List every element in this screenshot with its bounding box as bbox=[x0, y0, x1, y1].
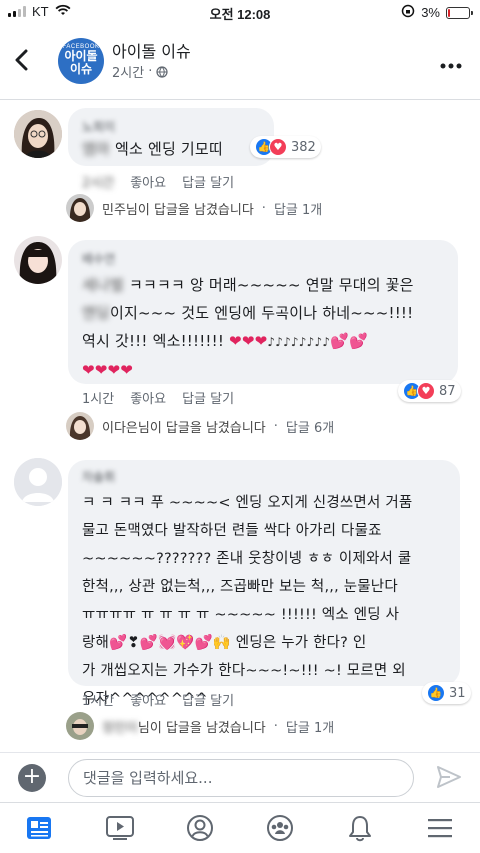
comment-text-line: 가 개씹오지는 가수가 한다~~~!~!!! ~! 모르면 외 bbox=[82, 663, 406, 679]
comment-input[interactable]: 댓글을 입력하세요... bbox=[68, 759, 414, 797]
globe-icon bbox=[156, 65, 168, 78]
comment-bubble[interactable]: 차솔휘 ㅋ ㅋ ㅋㅋ 푸 ~~~~< 엔딩 오지게 신경쓰면서 거품물고 돈맥였… bbox=[68, 460, 460, 707]
page-title[interactable]: 아이돌 이슈 bbox=[112, 38, 191, 62]
comment-author[interactable]: 노희미 bbox=[82, 118, 260, 135]
comment-text-line: ㅠㅠㅠㅠ ㅠ ㅠ ㅠ ㅠ ~~~~~ !!!!!! 엑소 엔딩 사 bbox=[82, 607, 400, 623]
menu-icon bbox=[428, 819, 452, 838]
post-meta: 2시간 · bbox=[112, 62, 168, 81]
avatar[interactable] bbox=[14, 110, 62, 158]
groups-icon bbox=[267, 815, 293, 841]
reply-author-text: 님이 답글을 남겼습니다 bbox=[137, 720, 266, 736]
comment-actions: 1시간 좋아요 답글 달기 bbox=[82, 388, 234, 407]
tab-watch[interactable] bbox=[100, 808, 140, 848]
comment-composer: + 댓글을 입력하세요... bbox=[0, 752, 480, 802]
comment-author[interactable]: 배수연 bbox=[82, 250, 444, 267]
reaction-count: 87 bbox=[439, 383, 456, 399]
comment-author[interactable]: 차솔휘 bbox=[82, 468, 446, 485]
page-avatar[interactable]: FACEBOOK 아이돌 이슈 bbox=[58, 38, 104, 84]
tab-profile[interactable] bbox=[180, 808, 220, 848]
back-button[interactable] bbox=[14, 48, 28, 78]
comment-bubble[interactable]: 배수연 세나벌 ㅋㅋㅋㅋ 앙 머래~~~~~ 연말 무대의 꽃은 엔딩이지~~~… bbox=[68, 240, 458, 384]
reply-count: 답글 1개 bbox=[273, 202, 323, 218]
more-options-button[interactable] bbox=[440, 50, 462, 75]
replies-link[interactable]: 민주님이 답글을 남겼습니다 · 답글 1개 bbox=[66, 194, 322, 222]
reply-avatar bbox=[66, 194, 94, 222]
replies-link[interactable]: 정민이님이 답글을 남겼습니다 · 답글 1개 bbox=[66, 712, 334, 740]
tab-bar bbox=[0, 802, 480, 853]
comment: 배수연 세나벌 ㅋㅋㅋㅋ 앙 머래~~~~~ 연말 무대의 꽃은 엔딩이지~~~… bbox=[0, 232, 480, 442]
like-button[interactable]: 좋아요 bbox=[130, 172, 166, 191]
comment-time: 1시간 bbox=[82, 694, 115, 709]
comment-actions: 1시간 좋아요 답글 달기 bbox=[82, 690, 234, 709]
comment-bubble[interactable]: 노희미 엠마 엑소 엔딩 기모띠 bbox=[68, 108, 274, 166]
reply-avatar bbox=[66, 412, 94, 440]
tab-notifications[interactable] bbox=[340, 808, 380, 848]
tab-groups[interactable] bbox=[260, 808, 300, 848]
news-feed-icon bbox=[27, 817, 51, 839]
comment-text-line: 한척,,, 상관 없는척,,, 즈곱빠만 보는 척,,, 눈물난다 bbox=[82, 579, 398, 595]
reply-author-text: 민주님이 답글을 남겼습니다 bbox=[102, 202, 254, 218]
comment: 노희미 엠마 엑소 엔딩 기모띠 👍 ♥ 382 2시간 좋아요 답글 달기 민… bbox=[0, 106, 480, 226]
plus-icon: + bbox=[22, 764, 42, 789]
comment-actions: 2시간 좋아요 답글 달기 bbox=[82, 172, 234, 191]
avatar[interactable] bbox=[14, 458, 62, 506]
rotation-lock-icon bbox=[401, 4, 415, 21]
comment: 차솔휘 ㅋ ㅋ ㅋㅋ 푸 ~~~~< 엔딩 오지게 신경쓰면서 거품물고 돈맥였… bbox=[0, 454, 480, 744]
like-button[interactable]: 좋아요 bbox=[130, 388, 166, 407]
reaction-summary[interactable]: 👍 ♥ 87 bbox=[398, 380, 461, 402]
comment-text-redacted: 세나벌 bbox=[82, 276, 125, 294]
add-attachment-button[interactable]: + bbox=[18, 764, 46, 792]
more-dots-icon bbox=[440, 63, 462, 69]
status-bar: KT 오전 12:08 3% bbox=[0, 0, 480, 24]
comment-time: 2시간 bbox=[82, 176, 115, 191]
comment-text: ㅋ ㅋ ㅋㅋ 푸 ~~~~< 엔딩 오지게 신경쓰면서 거품물고 돈맥였다 발작… bbox=[82, 489, 446, 713]
reaction-summary[interactable]: 👍 31 bbox=[422, 682, 471, 704]
reply-avatar bbox=[66, 712, 94, 740]
profile-icon bbox=[187, 815, 213, 841]
comment-text-line: 물고 돈맥였다 발작하던 련들 싹다 아가리 다물죠 bbox=[82, 523, 382, 539]
reaction-count: 382 bbox=[291, 139, 316, 155]
comment-time: 1시간 bbox=[82, 392, 115, 407]
love-reaction-icon: ♥ bbox=[269, 138, 287, 156]
like-reaction-icon: 👍 bbox=[427, 684, 445, 702]
watch-icon bbox=[106, 816, 134, 840]
comment-text: ㅋㅋㅋㅋ 앙 머래~~~~~ 연말 무대의 꽃은 bbox=[124, 276, 414, 294]
reaction-summary[interactable]: 👍 ♥ 382 bbox=[250, 136, 321, 158]
love-reaction-icon: ♥ bbox=[417, 382, 435, 400]
send-icon bbox=[437, 766, 461, 788]
tab-menu[interactable] bbox=[420, 808, 460, 848]
post-header: FACEBOOK 아이돌 이슈 아이돌 이슈 2시간 · bbox=[0, 24, 480, 100]
comment-text-line: ㅋ ㅋ ㅋㅋ 푸 ~~~~< 엔딩 오지게 신경쓰면서 거품 bbox=[82, 495, 413, 511]
send-button[interactable] bbox=[436, 765, 462, 793]
reply-count: 답글 6개 bbox=[285, 420, 335, 436]
avatar[interactable] bbox=[14, 236, 62, 284]
replies-link[interactable]: 이다은님이 답글을 남겼습니다 · 답글 6개 bbox=[66, 412, 334, 440]
reply-button[interactable]: 답글 달기 bbox=[182, 172, 234, 191]
comment-text-line: 랑해💕❣💕💓💖💕🙌 엔딩은 누가 한다? 인 bbox=[82, 635, 367, 651]
reply-button[interactable]: 답글 달기 bbox=[182, 690, 234, 709]
post-time: 2시간 bbox=[112, 66, 145, 81]
chevron-left-icon bbox=[15, 49, 28, 71]
notifications-icon bbox=[349, 816, 371, 842]
comment-text-redacted: 엠마 bbox=[82, 140, 111, 158]
battery-icon bbox=[446, 6, 473, 19]
reply-button[interactable]: 답글 달기 bbox=[182, 388, 234, 407]
comment-text: 엑소 엔딩 기모띠 bbox=[110, 140, 223, 158]
reply-count: 답글 1개 bbox=[285, 720, 335, 736]
reaction-count: 31 bbox=[449, 685, 466, 701]
reply-author-text: 이다은님이 답글을 남겼습니다 bbox=[102, 420, 266, 436]
like-button[interactable]: 좋아요 bbox=[130, 690, 166, 709]
battery-percent: 3% bbox=[421, 5, 440, 20]
comment-text-line: ~~~~~~??????? 존내 웃창이넹 ㅎㅎ 이제와서 쿨 bbox=[82, 551, 412, 567]
tab-news-feed[interactable] bbox=[20, 808, 60, 848]
